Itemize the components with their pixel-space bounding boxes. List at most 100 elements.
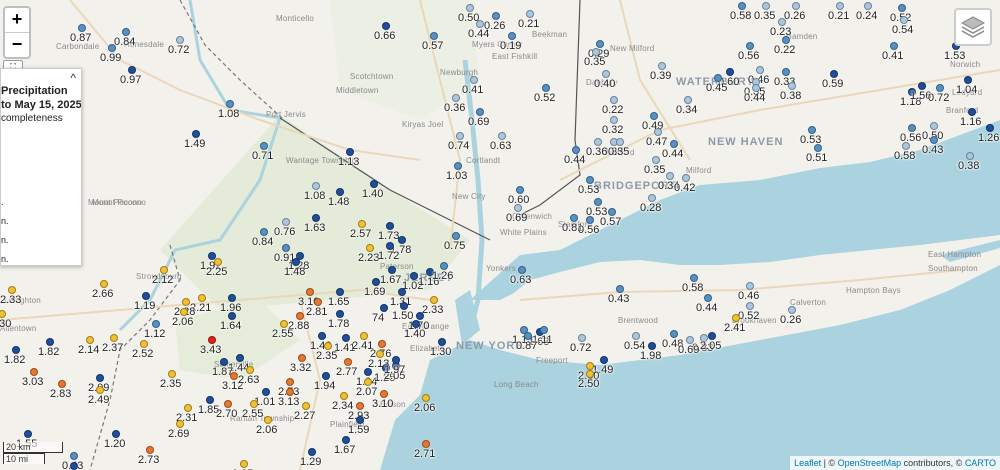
station-dot[interactable] [340,392,348,400]
station-dot[interactable] [986,124,994,132]
station-dot[interactable] [30,368,38,376]
station-dot[interactable] [112,430,120,438]
station-dot[interactable] [570,214,578,222]
station-dot[interactable] [746,282,754,290]
station-dot[interactable] [936,84,944,92]
station-dot[interactable] [260,228,268,236]
station-dot[interactable] [370,180,378,188]
collapse-icon[interactable]: ^ [70,71,76,85]
station-dot[interactable] [836,2,844,10]
station-dot[interactable] [364,368,372,376]
station-dot[interactable] [422,394,430,402]
station-dot[interactable] [514,204,522,212]
station-dot[interactable] [690,274,698,282]
station-dot[interactable] [732,314,740,322]
station-dot[interactable] [78,24,86,32]
station-dot[interactable] [452,232,460,240]
station-dot[interactable] [360,332,368,340]
station-dot[interactable] [686,336,694,344]
station-dot[interactable] [900,16,908,24]
station-dot[interactable] [342,334,350,342]
station-dot[interactable] [70,452,78,460]
station-dot[interactable] [684,96,692,104]
station-dot[interactable] [440,262,448,270]
station-dot[interactable] [902,142,910,150]
station-dot[interactable] [386,242,394,250]
station-dot[interactable] [398,288,406,296]
station-dot[interactable] [214,258,222,266]
station-dot[interactable] [264,416,272,424]
station-dot[interactable] [498,132,506,140]
station-dot[interactable] [746,302,754,310]
station-dot[interactable] [70,462,78,470]
station-dot[interactable] [236,354,244,362]
station-dot[interactable] [592,48,600,56]
station-dot[interactable] [24,430,32,438]
station-dot[interactable] [96,386,104,394]
station-dot[interactable] [184,404,192,412]
station-dot[interactable] [336,310,344,318]
station-dot[interactable] [830,70,838,78]
station-dot[interactable] [578,334,586,342]
station-dot[interactable] [128,66,136,74]
station-dot[interactable] [778,18,786,26]
station-dot[interactable] [524,332,532,340]
station-dot[interactable] [746,42,754,50]
station-dot[interactable] [398,236,406,244]
station-dot[interactable] [58,380,66,388]
station-dot[interactable] [382,22,390,30]
station-dot[interactable] [180,308,188,316]
station-dot[interactable] [762,2,770,10]
station-dot[interactable] [306,288,314,296]
station-dot[interactable] [752,84,760,92]
station-dot[interactable] [400,302,408,310]
station-dot[interactable] [898,4,906,12]
station-dot[interactable] [240,460,248,468]
station-dot[interactable] [792,2,800,10]
station-dot[interactable] [714,74,722,82]
station-dot[interactable] [572,146,580,154]
station-dot[interactable] [346,148,354,156]
station-dot[interactable] [918,82,926,90]
station-dot[interactable] [8,286,16,294]
station-dot[interactable] [280,320,288,328]
station-dot[interactable] [356,402,364,410]
station-dot[interactable] [930,122,938,130]
station-dot[interactable] [416,312,424,320]
station-dot[interactable] [228,312,236,320]
leaflet-link[interactable]: Leaflet [794,458,821,468]
station-dot[interactable] [518,266,526,274]
station-dot[interactable] [788,306,796,314]
station-dot[interactable] [108,44,116,52]
station-dot[interactable] [412,320,420,328]
station-dot[interactable] [908,124,916,132]
station-dot[interactable] [168,370,176,378]
station-dot[interactable] [192,130,200,138]
station-dot[interactable] [540,326,548,334]
station-dot[interactable] [964,76,972,84]
station-dot[interactable] [356,416,364,424]
station-dot[interactable] [704,294,712,302]
station-dot[interactable] [182,298,190,306]
carto-link[interactable]: CARTO [965,458,996,468]
station-dot[interactable] [616,285,624,293]
station-dot[interactable] [476,20,484,28]
station-dot[interactable] [608,208,616,216]
station-dot[interactable] [46,338,54,346]
station-dot[interactable] [96,374,104,382]
station-dot[interactable] [430,32,438,40]
osm-link[interactable]: OpenStreetMap [838,458,902,468]
zoom-in-button[interactable]: + [5,8,29,33]
station-dot[interactable] [342,436,350,444]
station-dot[interactable] [616,138,624,146]
station-dot[interactable] [282,218,290,226]
station-dot[interactable] [654,128,662,136]
station-dot[interactable] [324,342,332,350]
station-dot[interactable] [708,332,716,340]
station-dot[interactable] [140,340,148,348]
station-dot[interactable] [438,338,446,346]
station-dot[interactable] [966,152,974,160]
station-dot[interactable] [364,378,372,386]
station-dot[interactable] [298,354,306,362]
station-dot[interactable] [610,116,618,124]
